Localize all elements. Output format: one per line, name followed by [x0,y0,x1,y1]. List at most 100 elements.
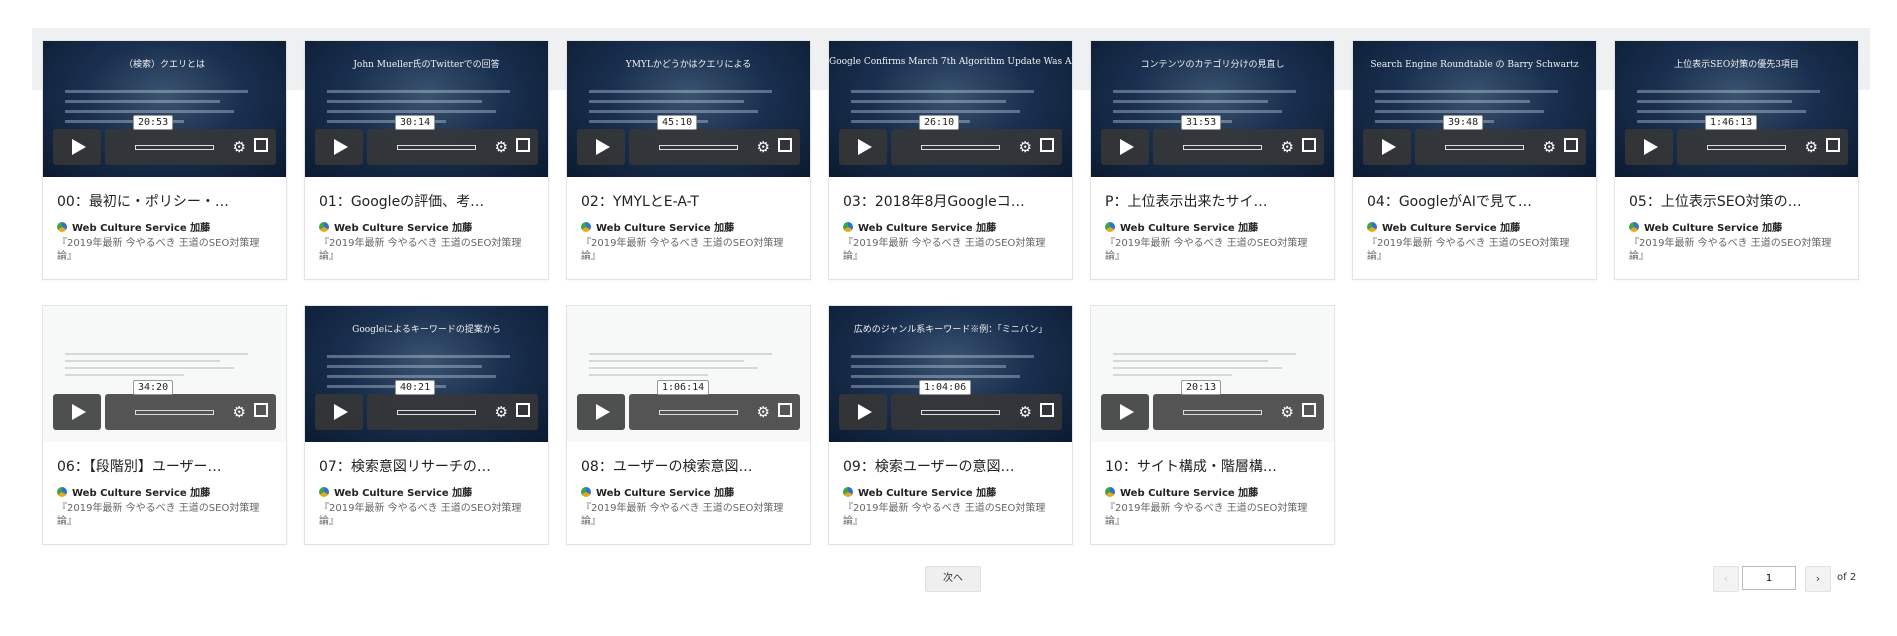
play-icon[interactable] [315,129,363,165]
video-card[interactable]: （検索）クエリとは 20:53 ⚙ 00：最初に・ポリシー・… Web Culture … [42,40,287,280]
fullscreen-icon[interactable] [1302,403,1316,417]
video-card[interactable]: 広めのジャンル系キーワード※例：「ミニバン」 1:04:06 ⚙ 09：検索ユーザーの… [828,305,1073,545]
video-title[interactable]: 03：2018年8月Googleコ… [843,191,1025,211]
video-thumbnail[interactable]: 広めのジャンル系キーワード※例：「ミニバン」 1:04:06 ⚙ [829,306,1072,442]
video-card[interactable]: YMYLかどうかはクエリによる 45:10 ⚙ 02：YMYLとE-A-T Web Cu… [566,40,811,280]
video-title[interactable]: 08：ユーザーの検索意図… [581,456,753,476]
video-thumbnail[interactable]: 34:20 ⚙ [43,306,286,442]
gear-icon[interactable]: ⚙ [1281,138,1294,156]
video-card[interactable]: 34:20 ⚙ 06：【段階別】ユーザー… Web Culture Service 加… [42,305,287,545]
play-icon[interactable] [1101,394,1149,430]
channel-logo-icon [57,222,67,232]
progress-track[interactable] [921,145,1000,150]
fullscreen-icon[interactable] [1826,138,1840,152]
progress-track[interactable] [659,145,738,150]
video-title[interactable]: 00：最初に・ポリシー・… [57,191,229,211]
progress-track[interactable] [397,145,476,150]
video-description: 『2019年最新 今やるべき 王道のSEO対策理論』 [1105,503,1308,527]
thumbnail-headline: コンテンツのカテゴリ分けの見直し [1140,60,1285,70]
duration-label: 45:10 [657,115,698,130]
gear-icon[interactable]: ⚙ [1805,138,1818,156]
fullscreen-icon[interactable] [254,138,268,152]
gear-icon[interactable]: ⚙ [1019,138,1032,156]
fullscreen-icon[interactable] [1040,403,1054,417]
fullscreen-icon[interactable] [1302,138,1316,152]
progress-track[interactable] [1183,410,1262,415]
video-title[interactable]: 09：検索ユーザーの意図… [843,456,1015,476]
prev-page-arrow-button[interactable]: ‹ [1713,566,1739,592]
video-card[interactable]: Search Engine Roundtable の Barry Schwart… [1352,40,1597,280]
video-title[interactable]: P：上位表示出来たサイ… [1105,191,1267,211]
gear-icon[interactable]: ⚙ [495,403,508,421]
video-title[interactable]: 02：YMYLとE-A-T [581,191,699,211]
player-controls: 1:06:14 ⚙ [577,380,800,430]
video-description: 『2019年最新 今やるべき 王道のSEO対策理論』 [1367,238,1570,262]
video-title[interactable]: 05：上位表示SEO対策の… [1629,191,1802,211]
gear-icon[interactable]: ⚙ [233,403,246,421]
author-name: Web Culture Service 加藤 [596,488,735,499]
play-icon[interactable] [577,129,625,165]
video-title[interactable]: 01：Googleの評価、考… [319,191,484,211]
play-icon[interactable] [577,394,625,430]
video-card[interactable]: 上位表示SEO対策の優先3項目 1:46:13 ⚙ 05：上位表示SEO対策の… Web… [1614,40,1859,280]
play-icon[interactable] [53,394,101,430]
video-thumbnail[interactable]: コンテンツのカテゴリ分けの見直し 31:53 ⚙ [1091,41,1334,177]
progress-track[interactable] [1445,145,1524,150]
progress-track[interactable] [921,410,1000,415]
gear-icon[interactable]: ⚙ [1543,138,1556,156]
fullscreen-icon[interactable] [516,138,530,152]
gear-icon[interactable]: ⚙ [1019,403,1032,421]
thumbnail-headline: （検索）クエリとは [123,60,205,70]
fullscreen-icon[interactable] [1040,138,1054,152]
video-card[interactable]: Googleによるキーワードの提案から 40:21 ⚙ 07：検索意図リサーチの… We… [304,305,549,545]
gear-icon[interactable]: ⚙ [1281,403,1294,421]
video-thumbnail[interactable]: 1:06:14 ⚙ [567,306,810,442]
fullscreen-icon[interactable] [516,403,530,417]
video-thumbnail[interactable]: 20:13 ⚙ [1091,306,1334,442]
fullscreen-icon[interactable] [1564,138,1578,152]
video-card[interactable]: コンテンツのカテゴリ分けの見直し 31:53 ⚙ P：上位表示出来たサイ… Web Cu… [1090,40,1335,280]
gear-icon[interactable]: ⚙ [495,138,508,156]
page-number-input[interactable] [1742,566,1796,590]
progress-track[interactable] [1707,145,1786,150]
video-title[interactable]: 04：GoogleがAIで見て… [1367,191,1532,211]
next-page-arrow-button[interactable]: › [1805,566,1831,592]
gear-icon[interactable]: ⚙ [757,403,770,421]
video-thumbnail[interactable]: Search Engine Roundtable の Barry Schwart… [1353,41,1596,177]
video-thumbnail[interactable]: John Mueller氏のTwitterでの回答 30:14 ⚙ [305,41,548,177]
gear-icon[interactable]: ⚙ [233,138,246,156]
control-bar: 1:46:13 ⚙ [1677,115,1848,165]
video-card[interactable]: John Mueller氏のTwitterでの回答 30:14 ⚙ 01：Google… [304,40,549,280]
play-icon[interactable] [839,394,887,430]
gear-icon[interactable]: ⚙ [757,138,770,156]
video-thumbnail[interactable]: Googleによるキーワードの提案から 40:21 ⚙ [305,306,548,442]
video-title[interactable]: 07：検索意図リサーチの… [319,456,491,476]
video-thumbnail[interactable]: （検索）クエリとは 20:53 ⚙ [43,41,286,177]
play-icon[interactable] [1625,129,1673,165]
play-icon[interactable] [839,129,887,165]
next-page-button[interactable]: 次へ [925,566,981,592]
progress-track[interactable] [135,145,214,150]
video-title[interactable]: 10：サイト構成・階層構… [1105,456,1277,476]
progress-track[interactable] [397,410,476,415]
video-description: 『2019年最新 今やるべき 王道のSEO対策理論』 [1105,238,1308,262]
author-name: Web Culture Service 加藤 [1644,223,1783,234]
video-thumbnail[interactable]: YMYLかどうかはクエリによる 45:10 ⚙ [567,41,810,177]
video-thumbnail[interactable]: Google Confirms March 7th Algorithm Upda… [829,41,1072,177]
progress-track[interactable] [1183,145,1262,150]
play-icon[interactable] [315,394,363,430]
progress-track[interactable] [659,410,738,415]
video-card[interactable]: Google Confirms March 7th Algorithm Upda… [828,40,1073,280]
video-title[interactable]: 06：【段階別】ユーザー… [57,456,222,476]
control-bar: 20:53 ⚙ [105,115,276,165]
fullscreen-icon[interactable] [254,403,268,417]
video-thumbnail[interactable]: 上位表示SEO対策の優先3項目 1:46:13 ⚙ [1615,41,1858,177]
video-card[interactable]: 1:06:14 ⚙ 08：ユーザーの検索意図… Web Culture Service… [566,305,811,545]
fullscreen-icon[interactable] [778,138,792,152]
progress-track[interactable] [135,410,214,415]
fullscreen-icon[interactable] [778,403,792,417]
video-card[interactable]: 20:13 ⚙ 10：サイト構成・階層構… Web Culture Service 加… [1090,305,1335,545]
play-icon[interactable] [1101,129,1149,165]
play-icon[interactable] [53,129,101,165]
play-icon[interactable] [1363,129,1411,165]
